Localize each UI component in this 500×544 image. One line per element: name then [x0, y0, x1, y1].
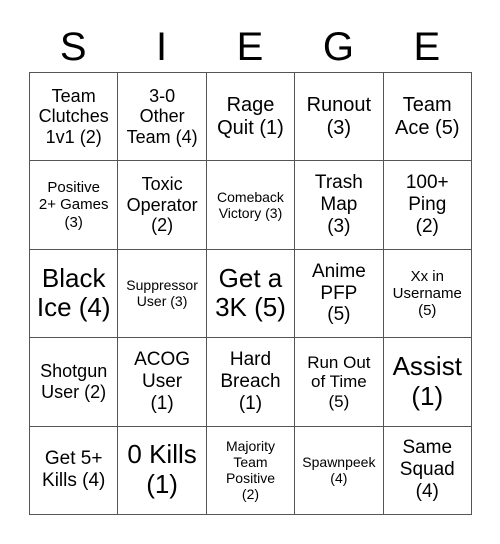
bingo-cell[interactable]: Assist (1) — [383, 338, 472, 427]
bingo-cell[interactable]: Black Ice (4) — [30, 249, 119, 339]
bingo-cell[interactable]: Anime PFP (5) — [295, 249, 384, 339]
title-letter-g: G — [322, 25, 354, 69]
bingo-cell[interactable]: Shotgun User (2) — [30, 338, 119, 427]
title-letter-e: E — [236, 25, 264, 69]
bingo-cell[interactable]: Team Ace (5) — [383, 73, 472, 162]
bingo-cell[interactable]: Run Out of Time (5) — [295, 338, 384, 427]
bingo-cell[interactable]: Suppressor User (3) — [118, 249, 207, 339]
bingo-cell[interactable]: Get a 3K (5) — [206, 249, 296, 339]
bingo-cell[interactable]: 100+ Ping (2) — [383, 161, 472, 250]
bingo-title: S I E G E — [29, 22, 471, 72]
bingo-cell[interactable]: Same Squad (4) — [383, 426, 472, 515]
bingo-cell[interactable]: Team Clutches 1v1 (2) — [30, 73, 119, 162]
bingo-cell[interactable]: Trash Map (3) — [295, 161, 384, 250]
bingo-cell[interactable]: Majority Team Positive (2) — [206, 426, 296, 515]
title-letter-i: I — [156, 25, 168, 69]
bingo-cell[interactable]: 0 Kills (1) — [118, 426, 207, 515]
bingo-cell[interactable]: Toxic Operator (2) — [118, 161, 207, 250]
bingo-cell[interactable]: Spawnpeek (4) — [295, 426, 384, 515]
bingo-cell[interactable]: Xx in Username (5) — [383, 249, 472, 339]
bingo-cell[interactable]: Hard Breach (1) — [206, 338, 296, 427]
bingo-cell[interactable]: 3-0 Other Team (4) — [118, 73, 207, 162]
bingo-grid: Team Clutches 1v1 (2) 3-0 Other Team (4)… — [29, 72, 472, 515]
title-letter-s: S — [59, 25, 87, 69]
bingo-cell[interactable]: Rage Quit (1) — [206, 73, 296, 162]
bingo-cell[interactable]: Runout (3) — [295, 73, 384, 162]
title-letter-e2: E — [413, 25, 441, 69]
bingo-cell[interactable]: Positive 2+ Games (3) — [30, 161, 119, 250]
bingo-cell[interactable]: Get 5+ Kills (4) — [30, 426, 119, 515]
bingo-cell[interactable]: ACOG User (1) — [118, 338, 207, 427]
bingo-cell[interactable]: Comeback Victory (3) — [206, 161, 296, 250]
